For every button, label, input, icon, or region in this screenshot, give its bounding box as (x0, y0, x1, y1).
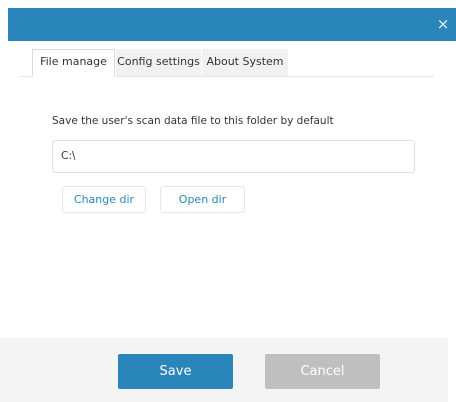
folder-path-field[interactable]: C:\ (52, 140, 415, 173)
tab-about-system[interactable]: About System (202, 49, 288, 76)
cancel-button[interactable]: Cancel (265, 354, 380, 389)
tab-config-settings[interactable]: Config settings (116, 49, 201, 76)
default-folder-description: Save the user's scan data file to this f… (52, 115, 334, 127)
change-dir-button[interactable]: Change dir (62, 186, 146, 213)
open-dir-button[interactable]: Open dir (160, 186, 245, 213)
close-icon[interactable]: × (434, 15, 452, 33)
dialog-titlebar: × (8, 8, 456, 41)
tab-bar: File manage Config settings About System (20, 48, 434, 77)
save-button[interactable]: Save (118, 354, 233, 389)
tab-file-manage[interactable]: File manage (32, 49, 115, 77)
